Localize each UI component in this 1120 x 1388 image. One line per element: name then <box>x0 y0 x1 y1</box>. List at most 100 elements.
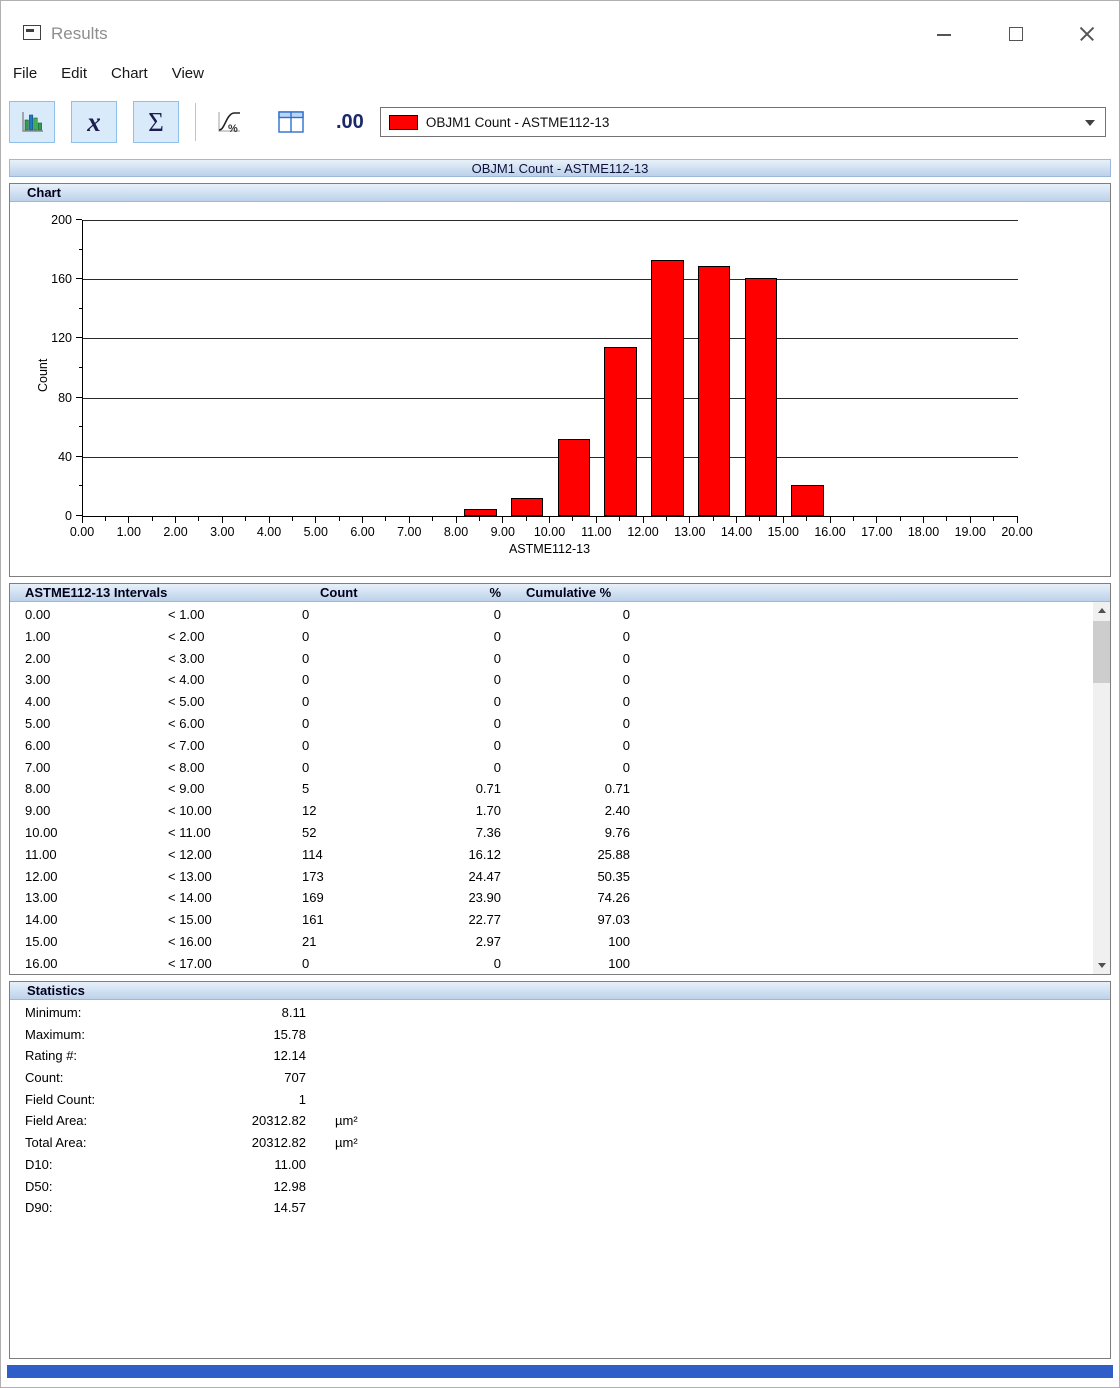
table-row[interactable]: 11.00< 12.0011416.1225.88 <box>10 844 1093 866</box>
toolbar: x Σ % .00 OBJM1 Count - ASTME112-13 <box>1 89 1119 155</box>
cell-cumulative: 9.76 <box>490 822 630 844</box>
stat-label: Maximum: <box>25 1024 85 1046</box>
table-row[interactable]: 4.00< 5.00000 <box>10 691 1093 713</box>
cell-cumulative: 0 <box>490 757 630 779</box>
stat-value: 707 <box>156 1067 306 1089</box>
menu-bar: File Edit Chart View <box>1 59 1119 89</box>
cumulative-percent-tool-button[interactable]: % <box>206 101 252 143</box>
cell-to: < 8.00 <box>168 757 205 779</box>
gridline-y-40 <box>83 457 1018 458</box>
cell-percent: 0.71 <box>389 778 501 800</box>
scrollbar-thumb[interactable] <box>1093 621 1110 683</box>
table-row[interactable]: 1.00< 2.00000 <box>10 626 1093 648</box>
table-row[interactable]: 10.00< 11.00527.369.76 <box>10 822 1093 844</box>
table-row[interactable]: 3.00< 4.00000 <box>10 669 1093 691</box>
x-tick-label-0.00: 0.00 <box>60 525 104 539</box>
table-row[interactable]: 9.00< 10.00121.702.40 <box>10 800 1093 822</box>
cell-count: 0 <box>302 626 309 648</box>
x-tick-16.00 <box>830 517 831 523</box>
cell-cumulative: 0 <box>490 604 630 626</box>
cell-cumulative: 0 <box>490 735 630 757</box>
x-tick-20.00 <box>1017 517 1018 523</box>
cell-count: 0 <box>302 757 309 779</box>
x-tick-label-2.00: 2.00 <box>154 525 198 539</box>
table-row[interactable]: 15.00< 16.00212.97100 <box>10 931 1093 953</box>
x-tick-14.00 <box>736 517 737 523</box>
table-row[interactable]: 8.00< 9.0050.710.71 <box>10 778 1093 800</box>
cell-from: 5.00 <box>25 713 50 735</box>
stat-row: D50: 12.98 <box>10 1176 1110 1198</box>
table-row[interactable]: 14.00< 15.0016122.7797.03 <box>10 909 1093 931</box>
x-tick-9.00 <box>502 517 503 523</box>
x-tick-label-18.00: 18.00 <box>902 525 946 539</box>
table-row[interactable]: 16.00< 17.0000100 <box>10 953 1093 974</box>
x-minor-tick-6.5 <box>385 517 386 521</box>
menu-chart[interactable]: Chart <box>111 59 148 89</box>
chevron-down-icon[interactable] <box>1085 120 1095 126</box>
cell-from: 6.00 <box>25 735 50 757</box>
x-minor-tick-3.5 <box>245 517 246 521</box>
chart-tool-button[interactable] <box>9 101 55 143</box>
cell-percent: 0 <box>389 691 501 713</box>
x-values-tool-button[interactable]: x <box>71 101 117 143</box>
bar-12-13 <box>651 260 684 516</box>
table-row[interactable]: 6.00< 7.00000 <box>10 735 1093 757</box>
stat-label: D50: <box>25 1176 52 1198</box>
table-columns-tool-button[interactable] <box>268 101 314 143</box>
stat-value: 20312.82 <box>156 1132 306 1154</box>
result-selector-combo[interactable]: OBJM1 Count - ASTME112-13 <box>380 107 1106 137</box>
menu-file[interactable]: File <box>13 59 37 89</box>
cell-count: 169 <box>302 887 324 909</box>
result-banner: OBJM1 Count - ASTME112-13 <box>9 159 1111 177</box>
window-title: Results <box>51 24 108 44</box>
cell-from: 15.00 <box>25 931 58 953</box>
maximize-icon[interactable] <box>1009 27 1023 41</box>
stat-unit: µm² <box>335 1132 358 1154</box>
close-icon[interactable] <box>1077 24 1097 44</box>
cell-percent: 0 <box>389 735 501 757</box>
table-row[interactable]: 2.00< 3.00000 <box>10 648 1093 670</box>
bottom-selection-bar <box>7 1365 1113 1378</box>
menu-edit[interactable]: Edit <box>61 59 87 89</box>
x-minor-tick-18.5 <box>946 517 947 521</box>
cell-cumulative: 0 <box>490 669 630 691</box>
y-tick-label-40: 40 <box>58 450 72 464</box>
table-scrollbar[interactable] <box>1093 602 1110 974</box>
cell-cumulative: 2.40 <box>490 800 630 822</box>
minimize-icon[interactable] <box>937 34 951 36</box>
sum-tool-button[interactable]: Σ <box>133 101 179 143</box>
table-row[interactable]: 12.00< 13.0017324.4750.35 <box>10 866 1093 888</box>
stat-label: Field Area: <box>25 1110 87 1132</box>
cell-to: < 11.00 <box>168 822 211 844</box>
menu-view[interactable]: View <box>172 59 204 89</box>
stat-row: D10:11.00 <box>10 1154 1110 1176</box>
toolbar-separator <box>195 103 196 141</box>
svg-text:%: % <box>228 123 238 135</box>
table-row[interactable]: 13.00< 14.0016923.9074.26 <box>10 887 1093 909</box>
cell-from: 1.00 <box>25 626 50 648</box>
stat-row: Maximum:15.78 <box>10 1024 1110 1046</box>
cell-cumulative: 100 <box>490 931 630 953</box>
bar-9-10 <box>511 498 544 516</box>
cell-to: < 10.00 <box>168 800 212 822</box>
scroll-down-icon[interactable] <box>1093 957 1110 974</box>
bar-8-9 <box>464 509 497 516</box>
table-row[interactable]: 0.00< 1.00000 <box>10 604 1093 626</box>
cell-to: < 12.00 <box>168 844 212 866</box>
table-body: 0.00< 1.000001.00< 2.000002.00< 3.000003… <box>10 604 1093 974</box>
gridline-y-80 <box>83 398 1018 399</box>
table-row[interactable]: 5.00< 6.00000 <box>10 713 1093 735</box>
scroll-up-icon[interactable] <box>1093 602 1110 619</box>
table-row[interactable]: 7.00< 8.00000 <box>10 757 1093 779</box>
x-tick-3.00 <box>222 517 223 523</box>
decimal-places-button[interactable]: .00 <box>336 101 364 143</box>
series-color-chip <box>389 115 418 130</box>
cell-to: < 2.00 <box>168 626 205 648</box>
stat-value: 12.98 <box>156 1176 306 1198</box>
cell-cumulative: 0.71 <box>490 778 630 800</box>
cell-count: 12 <box>302 800 316 822</box>
table-header-row: ASTME112-13 Intervals Count % Cumulative… <box>10 584 1110 602</box>
histogram-icon <box>19 110 45 134</box>
cell-to: < 6.00 <box>168 713 205 735</box>
x-minor-tick-2.5 <box>198 517 199 521</box>
